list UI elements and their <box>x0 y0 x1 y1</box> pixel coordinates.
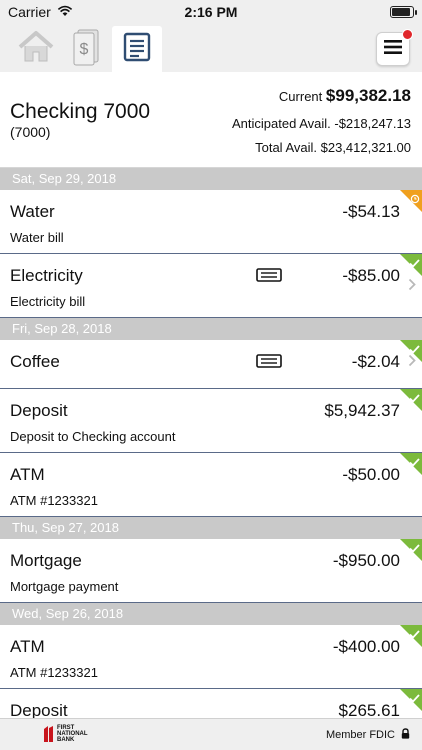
date-header: Wed, Sep 26, 2018 <box>0 603 422 625</box>
transaction-row[interactable]: ATM -$50.00 ATM #1233321 <box>0 453 422 517</box>
money-icon: $ <box>69 28 103 71</box>
battery-icon <box>390 6 417 18</box>
transaction-amount: -$54.13 <box>342 202 400 221</box>
transaction-description: ATM #1233321 <box>10 493 98 508</box>
transaction-list: Sat, Sep 29, 2018 Water -$54.13 Water bi… <box>0 168 422 750</box>
date-header: Thu, Sep 27, 2018 <box>0 517 422 539</box>
transaction-row[interactable]: Electricity -$85.00 Electricity bill <box>0 254 422 318</box>
check-icon <box>409 454 420 472</box>
date-header: Sat, Sep 29, 2018 <box>0 168 422 190</box>
menu-icon <box>384 39 402 59</box>
check-icon <box>409 690 420 708</box>
current-balance: Current $99,382.18 <box>279 86 411 106</box>
chevron-right-icon <box>408 278 416 296</box>
footer: FIRST NATIONAL BANK Member FDIC <box>0 718 422 750</box>
transaction-amount: $5,942.37 <box>324 401 400 420</box>
transaction-amount: -$85.00 <box>342 266 400 285</box>
tab-statement[interactable] <box>112 26 162 72</box>
home-icon <box>16 30 56 69</box>
statement-icon <box>123 32 151 67</box>
bank-logo: FIRST NATIONAL BANK <box>42 725 88 743</box>
bank-logo-text: BANK <box>57 737 75 743</box>
transaction-description: ATM #1233321 <box>10 665 98 680</box>
check-icon <box>409 255 420 273</box>
bank-logo-mark <box>44 726 53 742</box>
transaction-amount: -$400.00 <box>332 637 400 656</box>
transaction-name: Electricity <box>10 266 83 285</box>
anticipated-balance: Anticipated Avail. -$218,247.13 <box>231 116 411 131</box>
current-balance-label: Current <box>278 89 323 104</box>
check-icon <box>409 626 420 644</box>
check-icon <box>409 390 420 408</box>
account-name: Checking 7000 <box>10 100 151 123</box>
transaction-name: ATM <box>10 465 45 484</box>
transaction-name: Coffee <box>10 352 60 371</box>
top-nav: $ <box>0 24 422 72</box>
transaction-description: Mortgage payment <box>10 579 119 594</box>
current-balance-value: $99,382.18 <box>325 86 411 105</box>
tab-money[interactable]: $ <box>62 26 110 72</box>
transaction-row[interactable]: Coffee -$2.04 <box>0 340 422 389</box>
check-icon <box>409 540 420 558</box>
memo-icon[interactable] <box>256 354 282 373</box>
transaction-row[interactable]: Water -$54.13 Water bill <box>0 190 422 254</box>
transaction-name: Deposit <box>10 401 68 420</box>
memo-icon[interactable] <box>256 268 282 287</box>
transaction-name: ATM <box>10 637 45 656</box>
transaction-amount: -$950.00 <box>332 551 400 570</box>
date-header: Fri, Sep 28, 2018 <box>0 318 422 340</box>
notification-dot <box>402 29 413 40</box>
transaction-row[interactable]: Mortgage -$950.00 Mortgage payment <box>0 539 422 603</box>
transaction-name: Mortgage <box>10 551 82 570</box>
transaction-row[interactable]: ATM -$400.00 ATM #1233321 <box>0 625 422 689</box>
transaction-name: Water <box>10 202 55 221</box>
status-bar: Carrier 2:16 PM <box>0 0 422 24</box>
check-icon <box>409 341 420 359</box>
transaction-description: Water bill <box>10 230 64 245</box>
account-header: Checking 7000 (7000) Current $99,382.18 … <box>0 72 422 168</box>
transaction-amount: -$2.04 <box>351 352 400 371</box>
fdic-notice: Member FDIC <box>326 728 410 742</box>
fdic-label: Member FDIC <box>325 729 395 741</box>
account-number: (7000) <box>10 124 51 140</box>
menu-button[interactable] <box>376 29 413 66</box>
transaction-description: Deposit to Checking account <box>10 429 176 444</box>
clock: 2:16 PM <box>184 4 238 20</box>
transaction-description: Electricity bill <box>10 294 86 309</box>
svg-text:$: $ <box>80 41 89 58</box>
total-balance: Total Avail. $23,412,321.00 <box>255 140 411 155</box>
tab-home[interactable] <box>12 26 60 72</box>
transaction-amount: -$50.00 <box>342 465 400 484</box>
clock-icon <box>410 191 420 209</box>
lock-icon <box>401 728 410 742</box>
transaction-row[interactable]: Deposit $5,942.37 Deposit to Checking ac… <box>0 389 422 453</box>
